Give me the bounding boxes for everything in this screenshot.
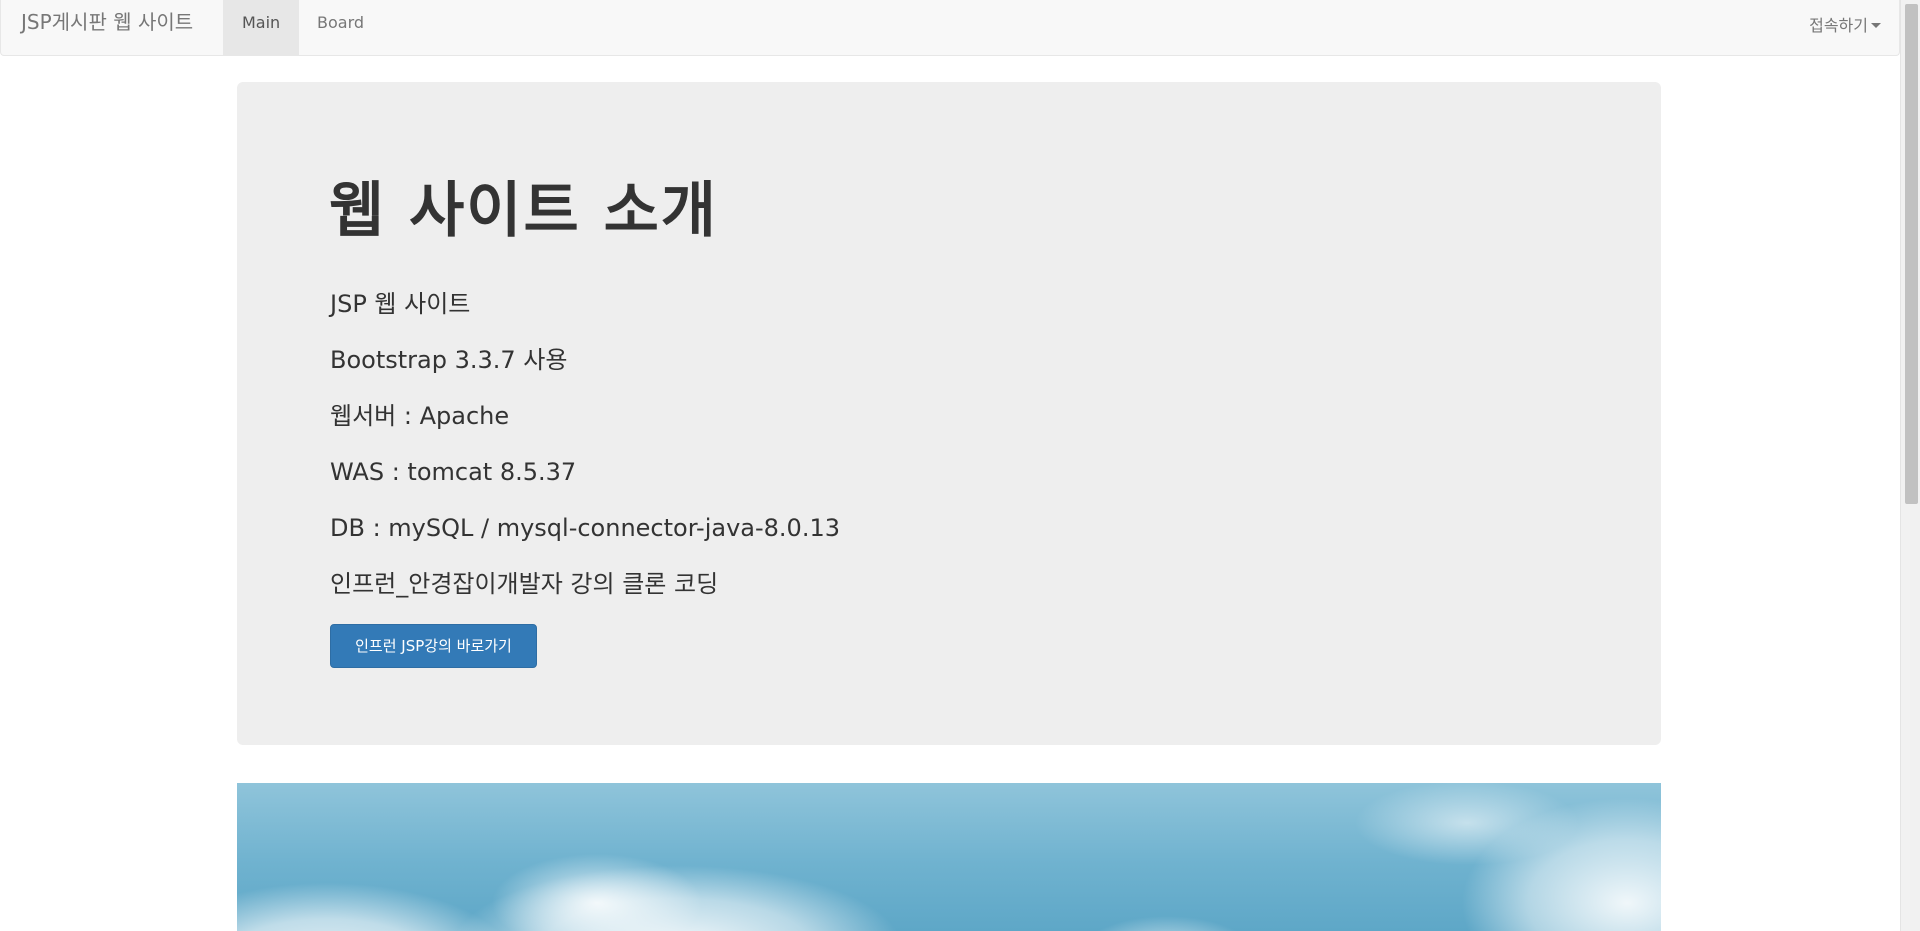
sky-hero-image <box>237 783 1661 931</box>
info-line-site: JSP 웹 사이트 <box>330 290 471 318</box>
connect-dropdown[interactable]: 접속하기 <box>1809 12 1881 36</box>
navbar-brand[interactable]: JSP게시판 웹 사이트 <box>21 10 193 34</box>
page-title: 웹 사이트 소개 <box>329 176 718 246</box>
info-line-db: DB : mySQL / mysql-connector-java-8.0.13 <box>330 514 840 542</box>
info-line-bootstrap: Bootstrap 3.3.7 사용 <box>330 346 568 374</box>
page-scrollbar[interactable] <box>1900 0 1920 931</box>
scrollbar-thumb[interactable] <box>1905 4 1918 504</box>
info-line-course: 인프런_안경잡이개발자 강의 클론 코딩 <box>330 570 719 598</box>
nav-item-main[interactable]: Main <box>223 0 300 55</box>
jumbotron: 웹 사이트 소개 JSP 웹 사이트 Bootstrap 3.3.7 사용 웹서… <box>237 82 1661 745</box>
course-link-button[interactable]: 인프런 JSP강의 바로가기 <box>330 624 537 668</box>
top-navbar: JSP게시판 웹 사이트 Main Board 접속하기 <box>0 0 1900 56</box>
connect-dropdown-label: 접속하기 <box>1809 16 1868 35</box>
nav-item-board[interactable]: Board <box>298 0 383 55</box>
caret-down-icon <box>1871 22 1881 28</box>
info-line-was: WAS : tomcat 8.5.37 <box>330 458 577 486</box>
info-line-webserver: 웹서버 : Apache <box>330 402 510 430</box>
